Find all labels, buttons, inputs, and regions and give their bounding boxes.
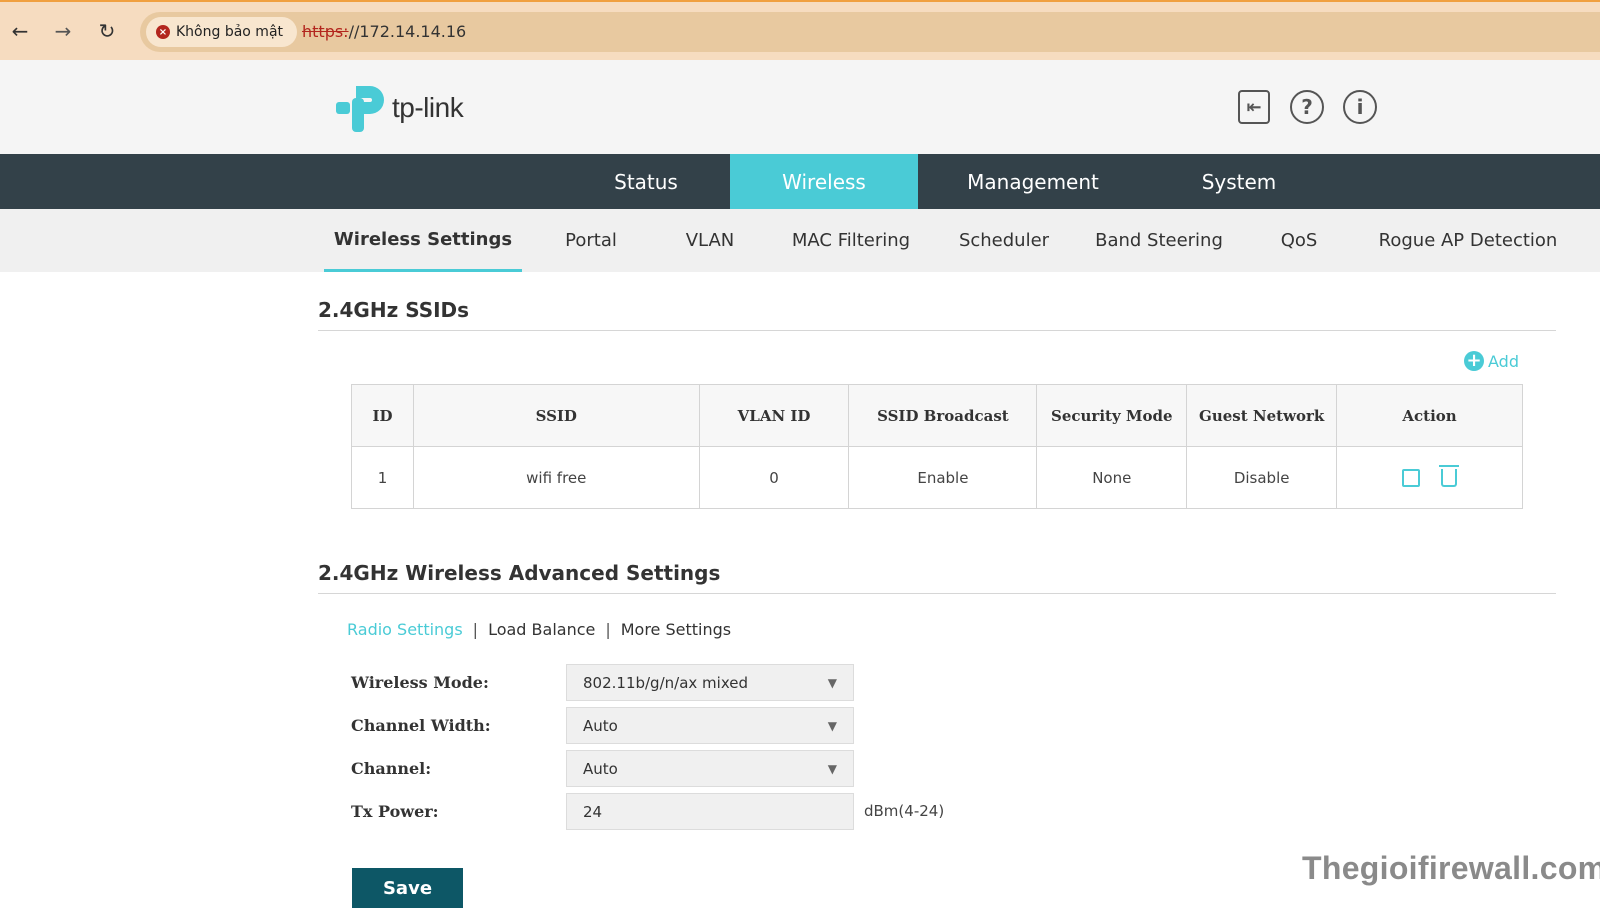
- back-arrow-icon[interactable]: ←: [5, 16, 35, 46]
- dropdown-caret-icon: ▼: [827, 675, 837, 690]
- cell-guest-network: Disable: [1186, 446, 1338, 509]
- trash-icon[interactable]: [1438, 464, 1459, 487]
- add-ssid-button[interactable]: + Add: [1464, 351, 1519, 371]
- save-button[interactable]: Save: [352, 868, 463, 908]
- tp-link-logo: tp-link: [334, 82, 464, 134]
- link-separator: |: [605, 620, 611, 639]
- column-header-guest-network: Guest Network: [1186, 384, 1338, 447]
- column-header-id: ID: [351, 384, 414, 447]
- reload-icon[interactable]: ↻: [92, 16, 122, 46]
- link-more-settings[interactable]: More Settings: [621, 620, 731, 639]
- watermark: Thegioifirewall.com: [1302, 850, 1600, 886]
- cell-ssid: wifi free: [412, 446, 700, 509]
- column-header-ssid-broadcast: SSID Broadcast: [848, 384, 1038, 447]
- subtab-band-steering[interactable]: Band Steering: [1092, 209, 1226, 272]
- tx-power-input[interactable]: 24: [566, 793, 854, 830]
- ssid-table: ID SSID VLAN ID SSID Broadcast Security …: [351, 384, 1523, 509]
- advanced-sub-links: Radio Settings | Load Balance | More Setting…: [347, 620, 731, 639]
- help-icon[interactable]: ?: [1290, 90, 1324, 124]
- add-label: Add: [1488, 351, 1519, 371]
- tx-power-label: Tx Power:: [351, 802, 439, 821]
- logout-icon[interactable]: ⇤: [1238, 90, 1270, 124]
- app-header: tp-link ⇤ ? i: [0, 60, 1600, 154]
- cell-id: 1: [351, 446, 414, 509]
- section-divider: [318, 330, 1556, 331]
- dropdown-caret-icon: ▼: [827, 761, 837, 776]
- cell-vlan-id: 0: [698, 446, 850, 509]
- url-host: //172.14.14.16: [348, 22, 467, 41]
- main-nav: Status Wireless Management System: [0, 154, 1600, 209]
- section-divider: [318, 593, 1556, 594]
- column-header-security-mode: Security Mode: [1036, 384, 1188, 447]
- logo-text: tp-link: [392, 92, 464, 123]
- subtab-qos[interactable]: QoS: [1272, 209, 1326, 272]
- link-load-balance[interactable]: Load Balance: [488, 620, 595, 639]
- channel-label: Channel:: [351, 759, 432, 778]
- subtab-mac-filtering[interactable]: MAC Filtering: [788, 209, 914, 272]
- channel-width-label: Channel Width:: [351, 716, 491, 735]
- tab-management[interactable]: Management: [948, 154, 1118, 209]
- column-header-vlan-id: VLAN ID: [698, 384, 850, 447]
- cell-ssid-broadcast: Enable: [848, 446, 1038, 509]
- table-header-row: ID SSID VLAN ID SSID Broadcast Security …: [351, 384, 1523, 447]
- tp-link-logo-icon: [336, 86, 384, 132]
- channel-value: Auto: [583, 759, 618, 778]
- subtab-scheduler[interactable]: Scheduler: [956, 209, 1052, 272]
- info-icon[interactable]: i: [1343, 90, 1377, 124]
- advanced-section-title: 2.4GHz Wireless Advanced Settings: [318, 561, 721, 585]
- sub-nav: Wireless Settings Portal VLAN MAC Filter…: [0, 209, 1600, 272]
- column-header-ssid: SSID: [412, 384, 700, 447]
- forward-arrow-icon[interactable]: →: [48, 16, 78, 46]
- url-scheme: https:: [302, 22, 349, 41]
- ssids-section-title: 2.4GHz SSIDs: [318, 298, 470, 322]
- tx-power-unit: dBm(4-24): [864, 802, 945, 820]
- security-chip[interactable]: × Không bảo mật: [146, 17, 298, 47]
- channel-width-value: Auto: [583, 716, 618, 735]
- link-radio-settings[interactable]: Radio Settings: [347, 620, 463, 639]
- link-separator: |: [472, 620, 479, 639]
- channel-select[interactable]: Auto ▼: [566, 750, 854, 787]
- wireless-mode-select[interactable]: 802.11b/g/n/ax mixed ▼: [566, 664, 854, 701]
- tab-system[interactable]: System: [1176, 154, 1302, 209]
- subtab-wireless-settings[interactable]: Wireless Settings: [324, 209, 522, 272]
- subtab-portal[interactable]: Portal: [556, 209, 626, 272]
- cell-action: [1336, 446, 1523, 509]
- plus-circle-icon: +: [1464, 351, 1484, 371]
- tab-wireless[interactable]: Wireless: [730, 154, 918, 209]
- channel-width-select[interactable]: Auto ▼: [566, 707, 854, 744]
- cell-security-mode: None: [1036, 446, 1188, 509]
- column-header-action: Action: [1336, 384, 1523, 447]
- subtab-vlan[interactable]: VLAN: [676, 209, 744, 272]
- not-secure-icon: ×: [156, 25, 170, 39]
- dropdown-caret-icon: ▼: [827, 718, 837, 733]
- wireless-mode-value: 802.11b/g/n/ax mixed: [583, 673, 748, 692]
- table-row: 1 wifi free 0 Enable None Disable: [351, 446, 1523, 509]
- tab-status[interactable]: Status: [588, 154, 704, 209]
- address-bar[interactable]: × Không bảo mật https://172.14.14.16: [140, 12, 1600, 52]
- browser-toolbar: ← → ↻ × Không bảo mật https://172.14.14.…: [0, 0, 1600, 60]
- url-text[interactable]: https://172.14.14.16: [302, 22, 466, 41]
- subtab-rogue-ap-detection[interactable]: Rogue AP Detection: [1376, 209, 1560, 272]
- edit-icon[interactable]: [1402, 468, 1421, 487]
- security-label: Không bảo mật: [176, 24, 284, 40]
- tx-power-value: 24: [583, 802, 603, 821]
- wireless-mode-label: Wireless Mode:: [351, 673, 489, 692]
